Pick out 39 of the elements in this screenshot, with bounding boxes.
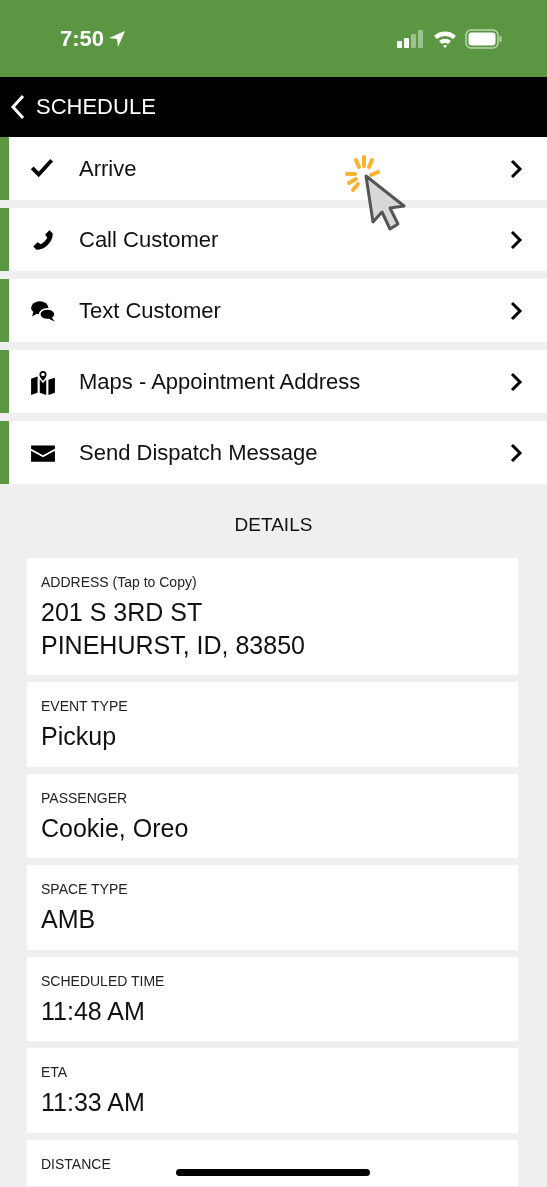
field-label: DISTANCE [41, 1155, 112, 1172]
back-button[interactable]: SCHEDULE [10, 94, 156, 120]
action-row[interactable]: Send Dispatch Message [0, 421, 547, 484]
field-label: EVENT TYPE [41, 698, 129, 714]
action-row[interactable]: Maps - Appointment Address [0, 350, 547, 413]
battery-icon [465, 28, 503, 49]
detail-card[interactable]: ADDRESS (Tap to Copy) 201 S 3RD ST PINEHURST, ID, 83850 [27, 558, 518, 675]
action-row[interactable]: Text Customer [0, 279, 547, 342]
field-value: AMB [41, 904, 97, 935]
chevron-icon [509, 442, 523, 463]
signal-icon [397, 29, 425, 48]
action-row[interactable]: Call Customer [0, 208, 547, 271]
wifi-icon [433, 29, 457, 48]
detail-card[interactable]: SPACE TYPE AMB [27, 865, 518, 950]
location-arrow-icon [108, 29, 127, 48]
detail-card[interactable]: ETA 11:33 AM [27, 1048, 518, 1133]
back-chevron-icon [10, 94, 26, 120]
field-value: 11:33 AM [41, 1087, 146, 1118]
chevron-icon [509, 229, 523, 250]
detail-card[interactable]: EVENT TYPE Pickup [27, 682, 518, 767]
action-row[interactable]: Arrive [0, 137, 547, 200]
map-icon [30, 368, 56, 395]
field-label: SPACE TYPE [41, 881, 129, 897]
section-heading: DETAILS [233, 514, 314, 536]
detail-card[interactable]: PASSENGER Cookie, Oreo [27, 773, 518, 858]
field-value: Pickup [41, 721, 118, 752]
chevron-icon [509, 371, 523, 392]
field-value: 201 S 3RD ST PINEHURST, ID, 83850 [41, 597, 306, 661]
field-label: SCHEDULED TIME [41, 972, 166, 989]
status-time: 7:50 [60, 25, 105, 52]
field-value: 11:48 AM [41, 995, 146, 1027]
field-label: ETA [41, 1064, 69, 1080]
chevron-icon [509, 300, 523, 321]
detail-card[interactable]: SCHEDULED TIME 11:48 AM [27, 956, 518, 1041]
detail-card[interactable]: DISTANCE [27, 1139, 518, 1186]
field-label: PASSENGER [41, 789, 129, 806]
field-value: Cookie, Oreo [41, 812, 190, 844]
chevron-icon [509, 158, 523, 179]
field-label: ADDRESS (Tap to Copy) [41, 574, 198, 590]
